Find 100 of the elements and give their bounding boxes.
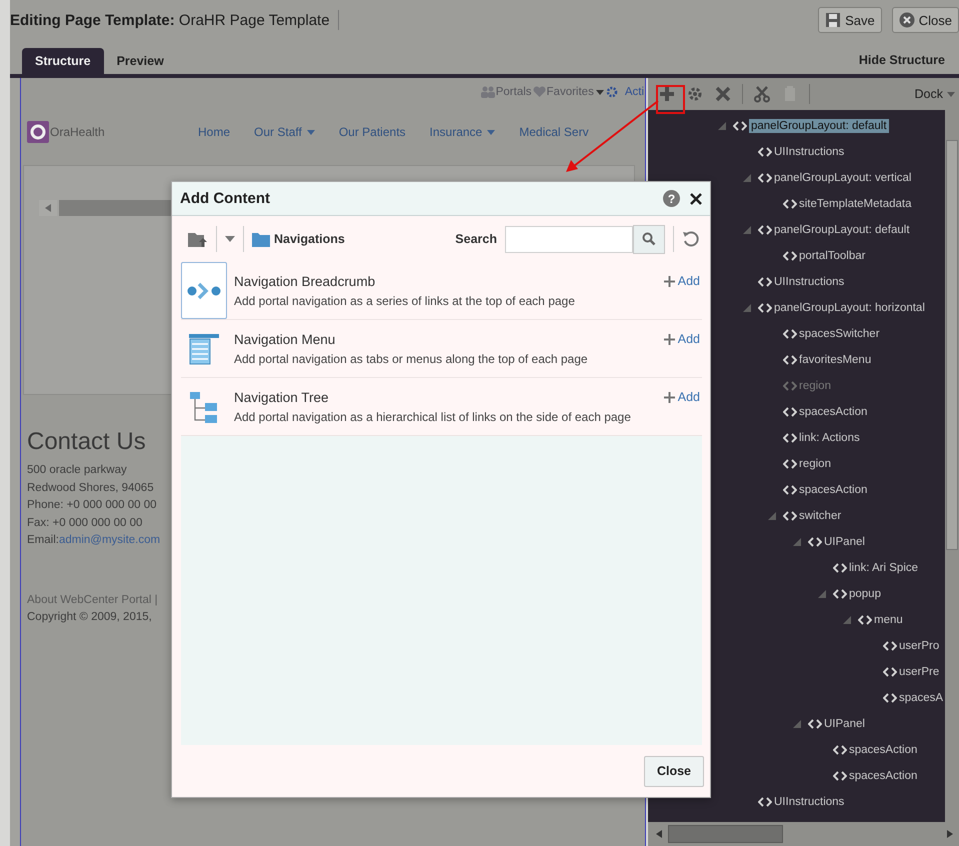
plus-icon[interactable] xyxy=(658,85,676,103)
tree-node[interactable]: switcher xyxy=(783,510,842,522)
expanded-icon[interactable] xyxy=(743,226,751,234)
people-icon xyxy=(480,86,495,98)
code-icon xyxy=(783,329,797,339)
tree-node[interactable]: portalToolbar xyxy=(783,250,866,262)
tree-node[interactable]: spacesAction xyxy=(833,770,918,782)
location-label: Navigations xyxy=(274,232,345,246)
tree-node[interactable]: spacesAction xyxy=(783,406,868,418)
expanded-icon[interactable] xyxy=(843,616,851,624)
contact-line: Fax: +0 000 000 00 00 xyxy=(27,516,144,530)
gear-icon xyxy=(606,86,618,98)
expanded-icon[interactable] xyxy=(768,512,776,520)
caret-icon xyxy=(306,130,315,134)
contact-heading: Contact Us xyxy=(27,428,147,456)
add-link[interactable]: Add xyxy=(664,274,702,288)
search-button[interactable] xyxy=(633,224,665,254)
code-icon xyxy=(858,615,872,625)
code-icon xyxy=(883,693,897,703)
close-icon xyxy=(898,12,915,28)
code-icon xyxy=(783,459,797,469)
code-icon xyxy=(733,121,747,131)
help-icon[interactable]: ? xyxy=(663,190,680,207)
tab[interactable]: Structure xyxy=(22,48,104,74)
tree-node[interactable]: panelGroupLayout: horizontal xyxy=(758,302,925,314)
highlight-box xyxy=(656,85,685,114)
horizontal-scrollbar[interactable] xyxy=(648,822,959,846)
contact-line: Phone: +0 000 000 00 00 xyxy=(27,498,158,513)
tree-node[interactable]: userPro xyxy=(883,640,940,652)
tree-node[interactable]: panelGroupLayout: default xyxy=(758,224,910,236)
tab[interactable]: Preview xyxy=(104,48,177,74)
tree-node[interactable]: panelGroupLayout: vertical xyxy=(758,172,912,184)
refresh-icon[interactable] xyxy=(682,230,700,248)
dock-menu[interactable]: Dock xyxy=(914,87,959,101)
contact-line: 500 oracle parkway xyxy=(27,463,128,478)
search-label: Search xyxy=(455,232,497,246)
tree-node[interactable]: siteTemplateMetadata xyxy=(783,198,912,210)
search-icon xyxy=(642,232,656,246)
tree-node[interactable]: UIInstructions xyxy=(758,276,844,288)
search-field[interactable] xyxy=(505,226,633,252)
tree-node[interactable]: link: Actions xyxy=(783,432,860,444)
right-arrow-icon[interactable] xyxy=(947,830,953,838)
code-icon xyxy=(883,667,897,677)
scissors-icon[interactable] xyxy=(753,85,771,103)
tree-node[interactable]: UIPanel xyxy=(808,536,865,548)
code-icon xyxy=(758,277,772,287)
save-button[interactable]: Save xyxy=(818,7,882,33)
gear-icon[interactable] xyxy=(686,85,704,103)
plus-icon xyxy=(664,276,675,286)
folder-icon xyxy=(252,232,270,246)
expanded-icon[interactable] xyxy=(743,174,751,182)
heart-icon xyxy=(532,86,546,98)
add-link[interactable]: Add xyxy=(664,390,702,404)
code-icon xyxy=(758,303,772,313)
item-description: Add portal navigation as a hierarchical list of links on the side of each page xyxy=(234,410,632,424)
hide-structure-link[interactable]: Hide Structure xyxy=(858,53,959,67)
code-icon xyxy=(758,225,772,235)
tree-node[interactable]: region xyxy=(783,458,831,470)
tree-node[interactable]: spacesA xyxy=(883,692,944,704)
item-description: Add portal navigation as a series of links at the top of each page xyxy=(234,294,576,308)
code-icon xyxy=(833,771,847,781)
caret-icon[interactable] xyxy=(225,236,235,242)
add-link[interactable]: Add xyxy=(664,332,702,346)
tree-node[interactable]: UIInstructions xyxy=(758,146,844,158)
item-title[interactable]: Navigation Breadcrumb xyxy=(234,274,664,288)
code-icon xyxy=(783,511,797,521)
menu-list-icon xyxy=(188,332,220,364)
expanded-icon[interactable] xyxy=(793,538,801,546)
code-icon xyxy=(833,745,847,755)
code-icon xyxy=(808,719,822,729)
expanded-icon[interactable] xyxy=(718,122,726,130)
tree-node[interactable]: favoritesMenu xyxy=(783,354,872,366)
code-icon xyxy=(833,589,847,599)
folder-tree-icon xyxy=(189,390,219,422)
item-title[interactable]: Navigation Tree xyxy=(234,390,664,404)
tree-node[interactable]: link: Ari Spice xyxy=(833,562,918,574)
close-button[interactable]: Close xyxy=(892,7,959,33)
tree-node[interactable]: spacesAction xyxy=(833,744,918,756)
tree-node[interactable]: spacesSwitcher xyxy=(783,328,880,340)
expanded-icon[interactable] xyxy=(793,720,801,728)
tree-node[interactable]: popup xyxy=(833,588,881,600)
tree-node[interactable]: UIPanel xyxy=(808,718,865,730)
expanded-icon[interactable] xyxy=(818,590,826,598)
caret-icon xyxy=(594,88,605,96)
tree-node[interactable]: UIInstructions xyxy=(758,796,844,808)
code-icon xyxy=(758,147,772,157)
email-label: Email: xyxy=(27,534,59,546)
close-icon[interactable] xyxy=(690,192,702,204)
caret-icon xyxy=(947,92,955,96)
tree-node[interactable]: userPre xyxy=(883,666,940,678)
tree-node[interactable]: spacesAction xyxy=(783,484,868,496)
close-button[interactable]: Close xyxy=(644,756,704,786)
expanded-icon[interactable] xyxy=(743,304,751,312)
delete-icon[interactable] xyxy=(714,85,732,103)
plus-icon xyxy=(664,392,675,402)
left-arrow-icon[interactable] xyxy=(656,830,662,838)
tree-node[interactable]: menu xyxy=(858,614,903,626)
folder-up-icon[interactable] xyxy=(188,231,208,247)
code-icon xyxy=(783,433,797,443)
item-title[interactable]: Navigation Menu xyxy=(234,332,664,346)
